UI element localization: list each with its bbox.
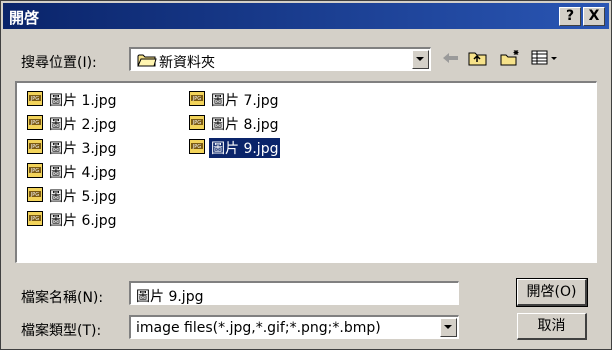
file-item[interactable]: JPG 圖片 7.jpg bbox=[189, 89, 339, 109]
new-folder-icon[interactable] bbox=[499, 49, 521, 67]
look-in-value: 新資料夾 bbox=[159, 55, 215, 71]
jpeg-file-icon: JPG bbox=[27, 211, 43, 226]
file-item[interactable]: JPG 圖片 1.jpg bbox=[27, 89, 177, 109]
svg-text:JPG: JPG bbox=[192, 96, 201, 102]
jpeg-file-icon: JPG bbox=[27, 115, 43, 130]
svg-text:JPG: JPG bbox=[192, 120, 201, 126]
file-item[interactable]: JPG 圖片 8.jpg bbox=[189, 113, 339, 133]
open-button[interactable]: 開啓(O) bbox=[516, 278, 588, 307]
file-name: 圖片 6.jpg bbox=[49, 213, 117, 229]
svg-text:JPG: JPG bbox=[30, 96, 39, 102]
chevron-down-icon bbox=[416, 57, 424, 61]
jpeg-file-icon: JPG bbox=[189, 139, 205, 154]
title-bar: 開啓 ? X bbox=[3, 3, 609, 29]
file-item[interactable]: JPG 圖片 5.jpg bbox=[27, 185, 177, 205]
filename-label: 檔案名稱(N): bbox=[21, 290, 104, 306]
file-item[interactable]: JPG 圖片 4.jpg bbox=[27, 161, 177, 181]
open-file-dialog: 開啓 ? X 搜尋位置(I): 新資料夾 JPG 圖片 1.jpg JPG 圖片 2.… bbox=[0, 0, 612, 350]
jpeg-file-icon: JPG bbox=[189, 115, 205, 130]
jpeg-file-icon: JPG bbox=[27, 139, 43, 154]
svg-text:JPG: JPG bbox=[30, 144, 39, 150]
filetype-value: image files(*.jpg,*.gif;*.png;*.bmp) bbox=[136, 320, 381, 336]
jpeg-file-icon: JPG bbox=[189, 91, 205, 106]
look-in-label: 搜尋位置(I): bbox=[21, 55, 97, 71]
folder-icon bbox=[137, 54, 157, 67]
file-name: 圖片 8.jpg bbox=[211, 117, 279, 133]
cancel-button[interactable]: 取消 bbox=[517, 313, 587, 340]
close-button[interactable]: X bbox=[583, 7, 605, 26]
file-name: 圖片 2.jpg bbox=[49, 117, 117, 133]
look-in-dropdown[interactable]: 新資料夾 bbox=[129, 47, 431, 71]
file-item[interactable]: JPG 圖片 2.jpg bbox=[27, 113, 177, 133]
filename-input[interactable]: 圖片 9.jpg bbox=[129, 281, 459, 305]
look-in-dropdown-arrow[interactable] bbox=[412, 50, 429, 69]
svg-text:JPG: JPG bbox=[30, 216, 39, 222]
file-name: 圖片 9.jpg bbox=[209, 138, 281, 158]
file-name: 圖片 7.jpg bbox=[211, 93, 279, 109]
jpeg-file-icon: JPG bbox=[27, 163, 43, 178]
file-name: 圖片 4.jpg bbox=[49, 165, 117, 181]
svg-text:JPG: JPG bbox=[30, 168, 39, 174]
file-name: 圖片 3.jpg bbox=[49, 141, 117, 157]
jpeg-file-icon: JPG bbox=[27, 187, 43, 202]
back-arrow-icon[interactable] bbox=[441, 49, 461, 67]
help-button[interactable]: ? bbox=[559, 7, 581, 26]
filetype-dropdown-arrow[interactable] bbox=[440, 318, 457, 337]
view-menu-icon[interactable] bbox=[531, 49, 561, 67]
file-name: 圖片 5.jpg bbox=[49, 189, 117, 205]
file-list[interactable]: JPG 圖片 1.jpg JPG 圖片 2.jpg JPG 圖片 3.jpg JPG 圖片 4… bbox=[15, 81, 597, 263]
window-title: 開啓 bbox=[9, 9, 40, 27]
filetype-dropdown[interactable]: image files(*.jpg,*.gif;*.png;*.bmp) bbox=[129, 315, 459, 339]
jpeg-file-icon: JPG bbox=[27, 91, 43, 106]
file-item[interactable]: JPG 圖片 3.jpg bbox=[27, 137, 177, 157]
svg-text:JPG: JPG bbox=[30, 192, 39, 198]
filetype-label: 檔案類型(T): bbox=[21, 323, 102, 339]
file-item[interactable]: JPG 圖片 9.jpg bbox=[189, 137, 339, 158]
svg-text:JPG: JPG bbox=[192, 144, 201, 150]
file-item[interactable]: JPG 圖片 6.jpg bbox=[27, 209, 177, 229]
filename-value: 圖片 9.jpg bbox=[136, 289, 204, 305]
file-name: 圖片 1.jpg bbox=[49, 93, 117, 109]
svg-text:JPG: JPG bbox=[30, 120, 39, 126]
up-folder-icon[interactable] bbox=[467, 49, 489, 67]
chevron-down-icon bbox=[444, 325, 452, 329]
